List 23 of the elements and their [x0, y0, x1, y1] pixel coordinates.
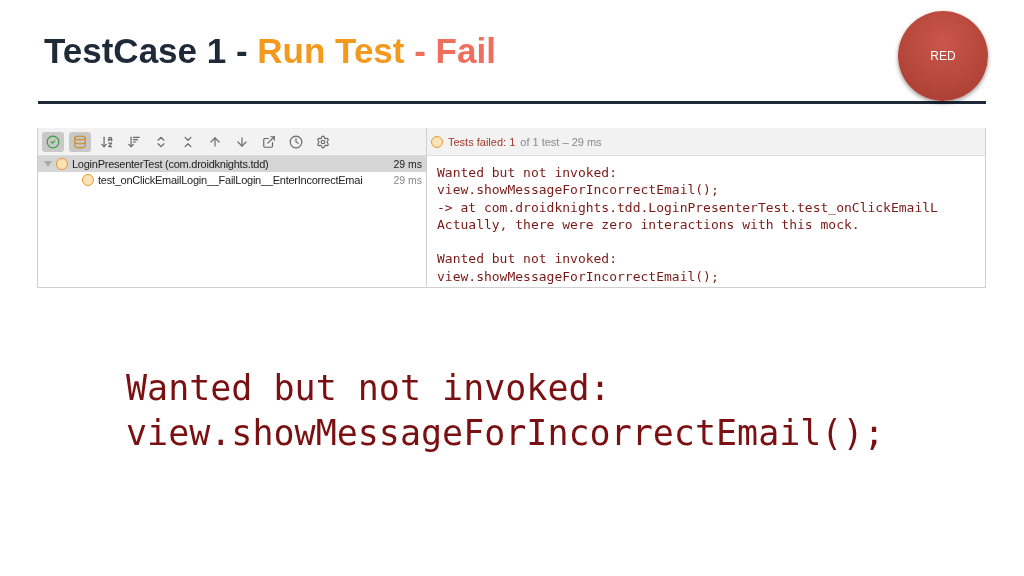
clock-icon — [289, 134, 303, 149]
collapse-icon — [181, 134, 195, 149]
status-badge: RED — [898, 11, 988, 101]
test-name: test_onClickEmailLogin__FailLogin__EnterIncorrectEmai — [98, 174, 364, 186]
tree-row[interactable]: LoginPresenterTest (com.droidknights.tdd) 29 ms — [38, 156, 426, 172]
stack-icon — [73, 134, 87, 149]
test-duration: 29 ms — [393, 158, 422, 170]
sort-alphabetical-icon — [100, 134, 114, 149]
sort-icon — [127, 134, 141, 149]
slide-title: TestCase 1 - Run Test - Fail — [44, 30, 496, 71]
arrow-down-icon — [235, 134, 249, 149]
check-circle-icon — [46, 134, 60, 149]
stack-button[interactable] — [69, 131, 91, 152]
settings-icon — [316, 134, 330, 149]
export-icon — [262, 134, 276, 149]
test-summary: of 1 test – 29 ms — [520, 135, 602, 148]
test-name: LoginPresenterTest (com.droidknights.tdd) — [72, 158, 270, 170]
tree-row[interactable]: test_onClickEmailLogin__FailLogin__EnterIncorrectEmai 29 ms — [38, 172, 426, 188]
test-duration: 29 ms — [393, 174, 422, 186]
console-output: Wanted but not invoked: view.showMessageForIncorrectEmail(); -> at com.droidknights.tdd.LoginPresenterTest.test_onClickEmailL Actually, there were zero interactions with this mock. Wanted but not invoked: view.showMessageForIncorrectEmail(); — [436, 164, 939, 286]
check-circle-button[interactable] — [42, 131, 64, 152]
failed-count: Tests failed: 1 — [448, 135, 516, 148]
error-message: Wanted but not invoked: view.showMessageForIncorrectEmail(); — [126, 367, 886, 455]
